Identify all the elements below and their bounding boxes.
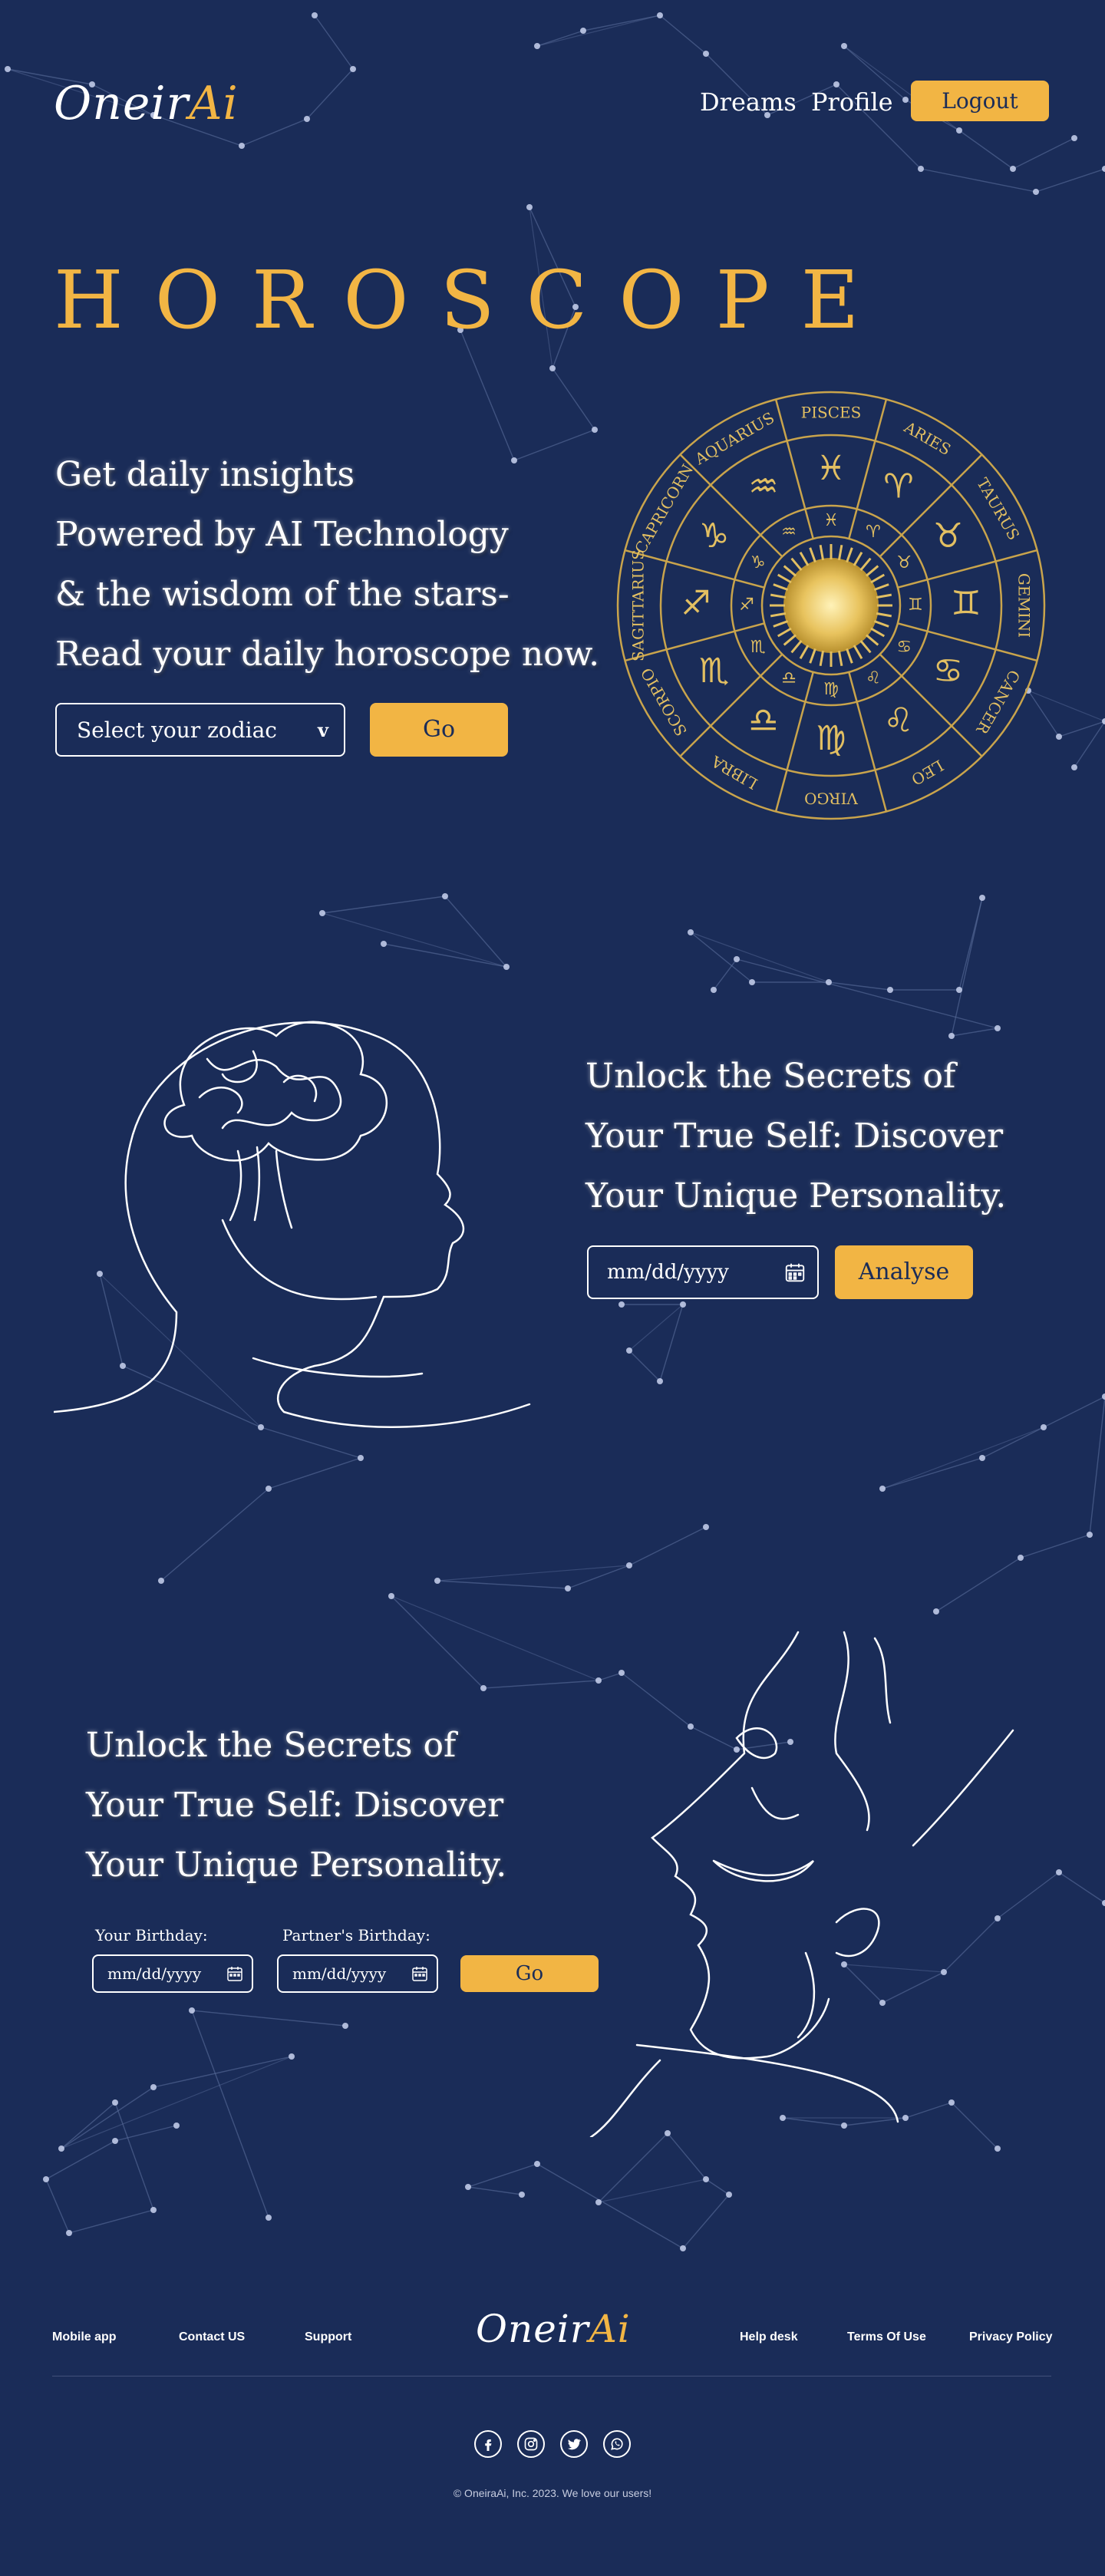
couple-faces-illustration xyxy=(589,1631,1014,2137)
logout-button[interactable]: Logout xyxy=(911,81,1049,121)
page-title: HOROSCOPE xyxy=(54,253,891,347)
zodiac-select[interactable]: Select your zodiac v xyxy=(55,703,345,757)
zodiac-figure-icon: ♌ xyxy=(883,701,913,740)
zodiac-figure-icon: ♑ xyxy=(699,516,729,556)
your-birthday-placeholder: mm/dd/yyyy xyxy=(107,1964,202,1983)
zodiac-figure-icon: ♎ xyxy=(748,701,778,740)
copyright-text: © OneiraAi, Inc. 2023. We love our users… xyxy=(453,2487,652,2499)
nav-dreams[interactable]: Dreams xyxy=(700,87,797,117)
brain-head-illustration xyxy=(54,1021,531,1428)
calendar-icon[interactable] xyxy=(226,1964,244,1983)
zodiac-label: LIBRA xyxy=(708,752,760,793)
zodiac-symbol-icon: ♓ xyxy=(823,511,839,530)
compatibility-text: Unlock the Secrets of Your True Self: Di… xyxy=(86,1716,506,1895)
footer-link-contact[interactable]: Contact US xyxy=(179,2330,245,2344)
zodiac-label: PISCES xyxy=(801,404,862,422)
hero-text: Get daily insights Powered by AI Technol… xyxy=(55,445,599,684)
personality-text: Unlock the Secrets of Your True Self: Di… xyxy=(585,1047,1006,1226)
zodiac-go-button[interactable]: Go xyxy=(370,703,508,757)
zodiac-figure-icon: ♏ xyxy=(699,651,729,691)
zodiac-wheel-icon: ARIES♈♈ TAURUS♉♉GEMINI♊♊CANCER♋♋LEO♌♌VIRG… xyxy=(616,391,1046,820)
personality-line: Unlock the Secrets of xyxy=(585,1057,956,1096)
birthdate-placeholder: mm/dd/yyyy xyxy=(607,1261,729,1284)
footer-link-support[interactable]: Support xyxy=(305,2330,351,2344)
analyse-button[interactable]: Analyse xyxy=(835,1245,973,1299)
partner-birthday-label: Partner's Birthday: xyxy=(282,1926,430,1944)
hero-line: Read your daily horoscope now. xyxy=(55,635,600,674)
zodiac-label: TAURUS xyxy=(973,475,1023,543)
zodiac-label: AQUARIUS xyxy=(691,408,777,469)
instagram-icon[interactable] xyxy=(517,2430,545,2458)
zodiac-symbol-icon: ♑ xyxy=(750,553,766,572)
zodiac-label: GEMINI xyxy=(1015,573,1034,638)
zodiac-figure-icon: ♋ xyxy=(933,651,963,691)
footer-link-terms[interactable]: Terms Of Use xyxy=(847,2330,926,2344)
zodiac-symbol-icon: ♊ xyxy=(908,595,923,615)
footer-link-help-desk[interactable]: Help desk xyxy=(740,2330,798,2344)
zodiac-figure-icon: ♈ xyxy=(883,467,913,506)
twitter-icon[interactable] xyxy=(560,2430,588,2458)
chevron-down-icon: v xyxy=(318,718,328,741)
calendar-icon[interactable] xyxy=(411,1964,429,1983)
hero-line: Get daily insights xyxy=(55,455,355,494)
hero-line: & the wisdom of the stars- xyxy=(55,575,510,614)
partner-birthday-input[interactable]: mm/dd/yyyy xyxy=(277,1954,438,1993)
zodiac-label: SCORPIO xyxy=(637,665,691,739)
footer-logo[interactable]: OneirAi xyxy=(476,2307,631,2351)
zodiac-symbol-icon: ♏ xyxy=(750,638,766,657)
footer-link-privacy[interactable]: Privacy Policy xyxy=(969,2330,1053,2344)
zodiac-figure-icon: ♍ xyxy=(816,719,846,758)
nav-profile[interactable]: Profile xyxy=(811,87,893,117)
zodiac-figure-icon: ♊ xyxy=(951,584,981,623)
zodiac-symbol-icon: ♈ xyxy=(866,523,881,542)
zodiac-label: SAGITTARIUS xyxy=(629,549,648,661)
compatibility-line: Your True Self: Discover xyxy=(86,1786,504,1825)
zodiac-symbol-icon: ♍ xyxy=(823,680,839,699)
your-birthday-label: Your Birthday: xyxy=(95,1926,208,1944)
zodiac-label: VIRGO xyxy=(804,790,859,808)
zodiac-symbol-icon: ♒ xyxy=(781,523,797,542)
social-links xyxy=(474,2430,631,2458)
hero-line: Powered by AI Technology xyxy=(55,515,509,554)
personality-line: Your True Self: Discover xyxy=(585,1116,1004,1156)
compatibility-go-button[interactable]: Go xyxy=(460,1955,599,1992)
facebook-icon[interactable] xyxy=(474,2430,502,2458)
zodiac-symbol-icon: ♐ xyxy=(739,595,754,615)
calendar-icon[interactable] xyxy=(783,1261,806,1284)
compatibility-line: Unlock the Secrets of xyxy=(86,1726,457,1765)
zodiac-symbol-icon: ♌ xyxy=(866,668,881,688)
whatsapp-icon[interactable] xyxy=(603,2430,631,2458)
zodiac-select-value: Select your zodiac xyxy=(77,717,277,743)
zodiac-symbol-icon: ♎ xyxy=(781,668,797,688)
footer-link-mobile-app[interactable]: Mobile app xyxy=(52,2330,117,2344)
birthdate-input[interactable]: mm/dd/yyyy xyxy=(587,1245,819,1299)
zodiac-label: LEO xyxy=(909,756,947,789)
partner-birthday-placeholder: mm/dd/yyyy xyxy=(292,1964,387,1983)
compatibility-line: Your Unique Personality. xyxy=(86,1845,507,1885)
zodiac-figure-icon: ♓ xyxy=(816,449,846,488)
personality-line: Your Unique Personality. xyxy=(585,1176,1007,1215)
zodiac-figure-icon: ♐ xyxy=(681,584,711,623)
your-birthday-input[interactable]: mm/dd/yyyy xyxy=(92,1954,253,1993)
zodiac-symbol-icon: ♋ xyxy=(896,638,912,657)
zodiac-label: CANCER xyxy=(972,667,1024,738)
zodiac-figure-icon: ♉ xyxy=(933,516,963,556)
zodiac-figure-icon: ♒ xyxy=(748,467,778,506)
zodiac-symbol-icon: ♉ xyxy=(896,553,912,572)
site-logo[interactable]: OneirAi xyxy=(54,77,239,130)
